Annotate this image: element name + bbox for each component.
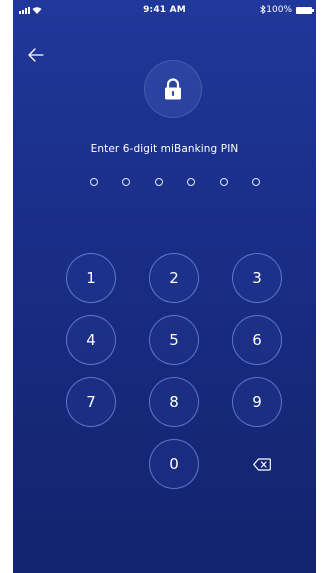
- lock-icon: [165, 78, 181, 100]
- keypad-key-6[interactable]: 6: [232, 315, 282, 365]
- keypad-key-4[interactable]: 4: [66, 315, 116, 365]
- keypad-key-3[interactable]: 3: [232, 253, 282, 303]
- pin-dot: [187, 178, 196, 186]
- keypad-key-8[interactable]: 8: [149, 377, 199, 427]
- pin-entry-screen: 9:41 AM 100% Enter 6-digit miBanking PIN…: [13, 0, 316, 573]
- pin-dot: [219, 178, 228, 186]
- pin-prompt: Enter 6-digit miBanking PIN: [90, 143, 239, 155]
- keypad-key-7[interactable]: 7: [66, 377, 116, 427]
- keypad-key-2[interactable]: 2: [149, 253, 199, 303]
- bluetooth-icon: [260, 4, 266, 17]
- pin-indicator: [90, 178, 260, 190]
- status-bar: 9:41 AM 100%: [13, 0, 316, 22]
- pin-dot: [154, 178, 163, 186]
- keypad-key-9[interactable]: 9: [232, 377, 282, 427]
- battery-percent: 100%: [266, 5, 292, 15]
- battery-icon: [296, 7, 314, 14]
- keypad-key-0[interactable]: 0: [149, 439, 199, 489]
- pin-dot: [251, 178, 260, 186]
- pin-dot: [122, 178, 131, 186]
- keypad-key-1[interactable]: 1: [66, 253, 116, 303]
- pin-dot: [90, 178, 98, 186]
- lock-badge: [144, 60, 202, 118]
- backspace-button[interactable]: [247, 452, 277, 476]
- arrow-left-icon: [28, 48, 44, 62]
- keypad-key-5[interactable]: 5: [149, 315, 199, 365]
- backspace-icon: [253, 457, 271, 471]
- back-button[interactable]: [25, 44, 47, 66]
